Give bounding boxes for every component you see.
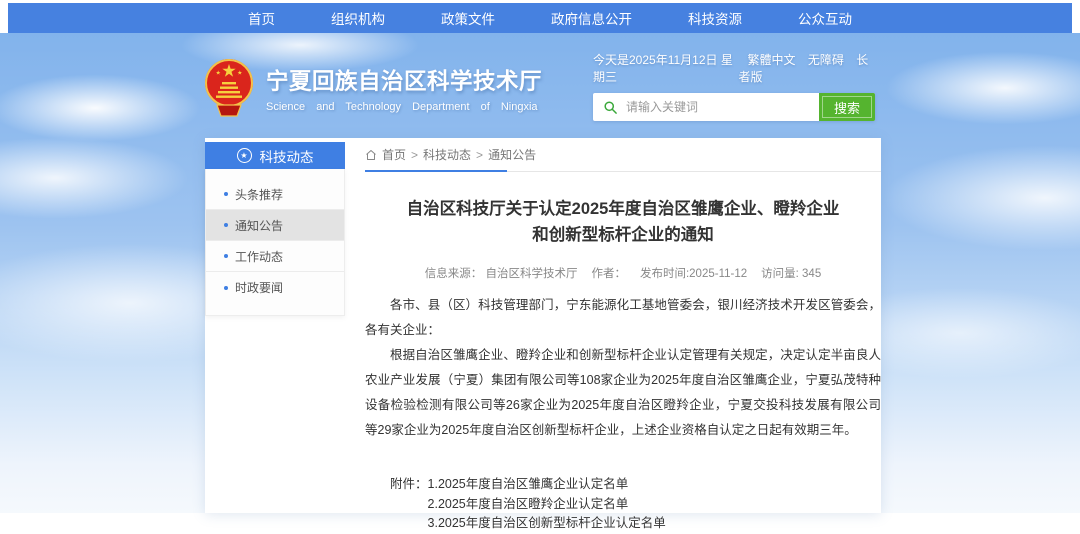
search-icon	[593, 100, 624, 115]
site-brand: 宁夏回族自治区科学技术厅 Science and Technology Depa…	[203, 56, 542, 120]
article-body: 各市、县（区）科技管理部门，宁东能源化工基地管委会，银川经济技术开发区管委会，各…	[365, 293, 881, 443]
bullet-dot-icon	[224, 254, 228, 258]
attachment-link-gazelle-list[interactable]: 2.2025年度自治区瞪羚企业认定名单	[428, 495, 666, 515]
sidebar-item-label: 通知公告	[235, 217, 283, 234]
sidebar-item-political-news[interactable]: 时政要闻	[206, 272, 344, 303]
attachments-label: 附件：	[390, 475, 428, 534]
bullet-dot-icon	[224, 223, 228, 227]
search-box: 搜索	[593, 93, 875, 121]
nav-item-organization[interactable]: 组织机构	[303, 8, 413, 28]
meta-visit-count: 访问量: 345	[761, 265, 821, 281]
sidebar: ★ 科技动态 头条推荐 通知公告 工作动态 时政要闻	[205, 142, 345, 316]
breadcrumb-separator: >	[476, 148, 483, 162]
national-emblem-logo	[203, 56, 255, 120]
header-links: 繁體中文 无障碍 长者版	[738, 51, 875, 85]
search-button[interactable]: 搜索	[819, 93, 875, 121]
meta-author: 作者：	[591, 265, 626, 281]
article-paragraph-main: 根据自治区雏鹰企业、瞪羚企业和创新型标杆企业认定管理有关规定，决定认定半亩良人农…	[365, 343, 881, 443]
main-content: 首页 > 科技动态 > 通知公告 自治区科技厅关于认定2025年度自治区雏鹰企业…	[365, 138, 881, 534]
attachment-link-benchmark-list[interactable]: 3.2025年度自治区创新型标杆企业认定名单	[428, 514, 666, 534]
site-subtitle: Science and Technology Department of Nin…	[266, 101, 542, 113]
article-title-line1: 自治区科技厅关于认定2025年度自治区雏鹰企业、瞪羚企业	[407, 200, 840, 218]
top-navigation: 首页 组织机构 政策文件 政府信息公开 科技资源 公众互动	[8, 3, 1072, 33]
meta-publish-time: 发布时间:2025-11-12	[640, 265, 747, 281]
home-icon	[365, 149, 377, 161]
breadcrumb-notices[interactable]: 通知公告	[488, 146, 536, 163]
star-circle-icon: ★	[237, 148, 252, 163]
page-panel: ★ 科技动态 头条推荐 通知公告 工作动态 时政要闻	[205, 138, 881, 513]
site-title: 宁夏回族自治区科学技术厅	[266, 64, 542, 96]
breadcrumb-home[interactable]: 首页	[382, 146, 406, 163]
sidebar-item-work-updates[interactable]: 工作动态	[206, 241, 344, 272]
link-accessibility[interactable]: 无障碍	[808, 53, 844, 67]
sidebar-item-notices[interactable]: 通知公告	[206, 210, 344, 241]
breadcrumb: 首页 > 科技动态 > 通知公告	[365, 138, 881, 172]
nav-item-sci-tech-resources[interactable]: 科技资源	[660, 8, 770, 28]
attachments: 附件： 1.2025年度自治区雏鹰企业认定名单 2.2025年度自治区瞪羚企业认…	[365, 475, 881, 534]
sidebar-menu: 头条推荐 通知公告 工作动态 时政要闻	[205, 169, 345, 316]
nav-item-public-interaction[interactable]: 公众互动	[770, 8, 880, 28]
bullet-dot-icon	[224, 286, 228, 290]
sidebar-header-sci-tech-news[interactable]: ★ 科技动态	[205, 142, 345, 169]
sidebar-item-label: 时政要闻	[235, 279, 283, 296]
breadcrumb-sci-tech-news[interactable]: 科技动态	[423, 146, 471, 163]
header-right: 今天是2025年11月12日 星期三 繁體中文 无障碍 长者版 搜索	[593, 51, 875, 121]
breadcrumb-separator: >	[411, 148, 418, 162]
sidebar-title: 科技动态	[260, 146, 314, 166]
sidebar-item-label: 工作动态	[235, 248, 283, 265]
meta-source: 信息来源： 自治区科学技术厅	[425, 265, 578, 281]
article-paragraph-salutation: 各市、县（区）科技管理部门，宁东能源化工基地管委会，银川经济技术开发区管委会，各…	[365, 293, 881, 343]
sidebar-item-headlines[interactable]: 头条推荐	[206, 179, 344, 210]
article-title-line2: 和创新型标杆企业的通知	[532, 226, 714, 244]
sidebar-item-label: 头条推荐	[235, 186, 283, 203]
current-date: 今天是2025年11月12日 星期三	[593, 51, 738, 85]
bullet-dot-icon	[224, 192, 228, 196]
attachment-link-eagle-list[interactable]: 1.2025年度自治区雏鹰企业认定名单	[428, 475, 666, 495]
search-input[interactable]	[624, 99, 819, 115]
article-meta: 信息来源： 自治区科学技术厅 作者： 发布时间:2025-11-12 访问量: …	[365, 265, 881, 281]
nav-item-policy-documents[interactable]: 政策文件	[413, 8, 523, 28]
attachments-list: 1.2025年度自治区雏鹰企业认定名单 2.2025年度自治区瞪羚企业认定名单 …	[428, 475, 666, 534]
link-traditional-chinese[interactable]: 繁體中文	[747, 53, 795, 67]
nav-item-gov-info-disclosure[interactable]: 政府信息公开	[523, 8, 660, 28]
nav-item-home[interactable]: 首页	[220, 8, 303, 28]
article-title: 自治区科技厅关于认定2025年度自治区雏鹰企业、瞪羚企业 和创新型标杆企业的通知	[371, 196, 875, 248]
